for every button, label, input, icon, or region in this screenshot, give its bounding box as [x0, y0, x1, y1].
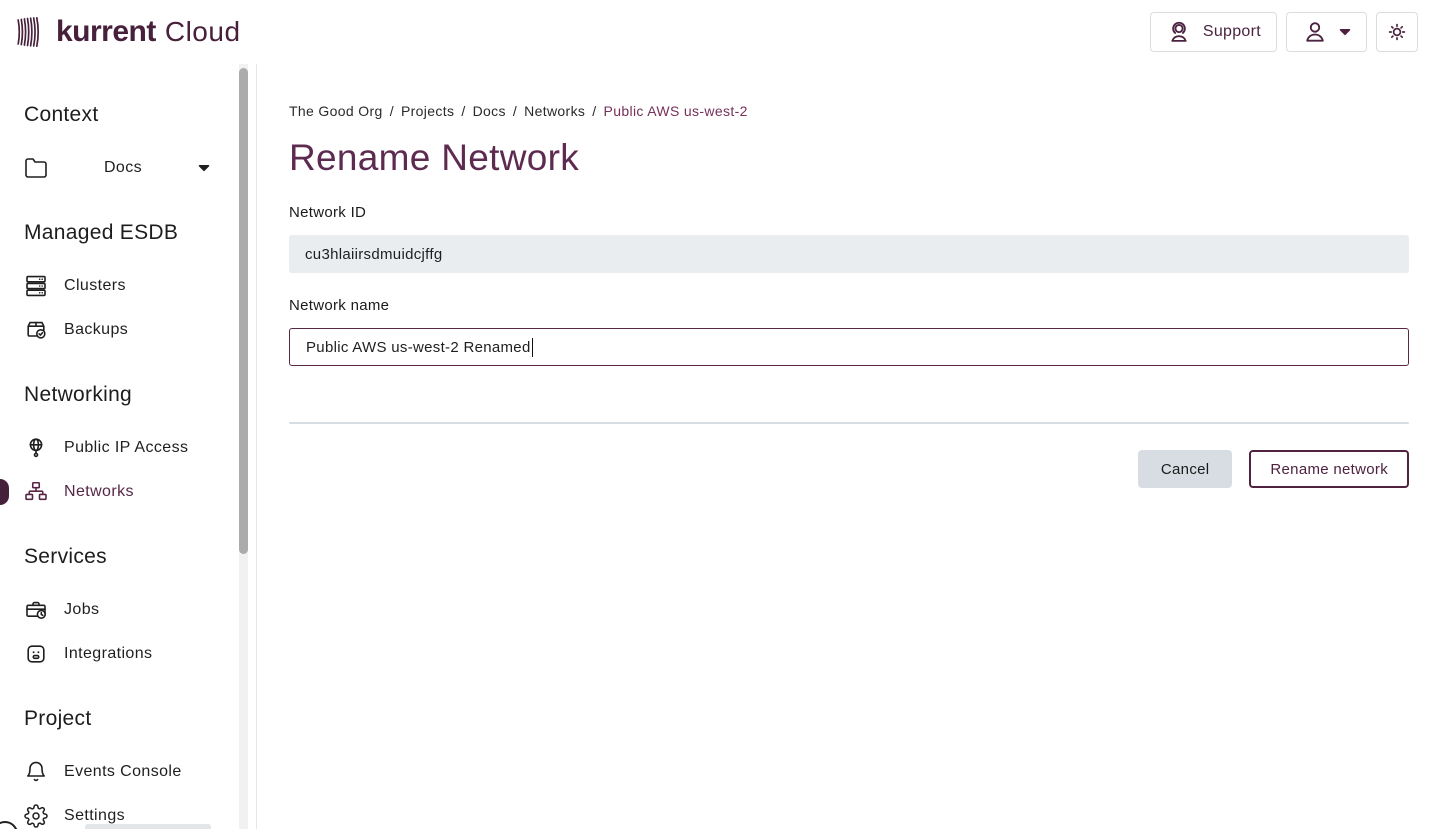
sidebar-heading-services: Services [24, 544, 222, 570]
sidebar-item-clusters[interactable]: Clusters [24, 264, 222, 308]
sidebar: Context Docs Managed ESDB Clusters [0, 64, 257, 829]
briefcase-clock-icon [24, 598, 48, 622]
logo-stripes-icon [16, 14, 46, 50]
rename-network-button[interactable]: Rename network [1249, 450, 1409, 488]
network-id-label: Network ID [289, 204, 1409, 222]
main-content: The Good Org / Projects / Docs / Networks / Publ… [257, 64, 1438, 829]
chevron-down-icon [1339, 28, 1351, 36]
bell-icon [24, 760, 48, 784]
sidebar-heading-project: Project [24, 706, 222, 732]
account-menu-button[interactable] [1286, 12, 1367, 52]
sidebar-item-label: Jobs [64, 601, 99, 619]
clusters-icon [24, 274, 48, 298]
app-logo[interactable]: kurrent Cloud [16, 14, 241, 50]
sidebar-scrollbar[interactable] [239, 64, 248, 829]
network-name-value: Public AWS us-west-2 Renamed [306, 339, 531, 356]
sidebar-item-events-console[interactable]: Events Console [24, 750, 222, 794]
sidebar-item-label: Public IP Access [64, 439, 188, 457]
breadcrumb-networks[interactable]: Networks [524, 103, 585, 119]
sidebar-item-label: Backups [64, 321, 128, 339]
breadcrumb-separator: / [513, 103, 517, 119]
support-button[interactable]: Support [1150, 12, 1277, 52]
breadcrumb-separator: / [592, 103, 596, 119]
cancel-button[interactable]: Cancel [1138, 450, 1233, 488]
cutoff-icon [0, 821, 18, 829]
backups-icon [24, 318, 48, 342]
context-selector-label: Docs [104, 159, 142, 177]
sidebar-item-integrations[interactable]: Integrations [24, 632, 222, 676]
sidebar-item-public-ip-access[interactable]: Public IP Access [24, 426, 222, 470]
sitemap-icon [24, 480, 48, 504]
brand-name: kurrent [56, 15, 156, 49]
context-selector[interactable]: Docs [24, 146, 210, 190]
breadcrumb-projects[interactable]: Projects [401, 103, 454, 119]
sidebar-item-label: Settings [64, 807, 125, 825]
top-bar: kurrent Cloud Support [0, 0, 1438, 64]
section-divider [289, 422, 1409, 424]
network-name-label: Network name [289, 297, 1409, 315]
breadcrumb: The Good Org / Projects / Docs / Networks / Publ… [289, 102, 1409, 120]
sidebar-item-networks[interactable]: Networks [24, 470, 222, 514]
theme-toggle-button[interactable] [1376, 12, 1418, 52]
active-item-indicator [0, 479, 9, 505]
sidebar-heading-networking: Networking [24, 382, 222, 408]
sidebar-item-backups[interactable]: Backups [24, 308, 222, 352]
network-name-input[interactable]: Public AWS us-west-2 Renamed [289, 328, 1409, 366]
globe-icon [24, 436, 48, 460]
network-id-input: cu3hlaiirsdmuidcjffg [289, 235, 1409, 273]
header-actions: Support [1150, 12, 1418, 52]
sun-icon [1385, 20, 1409, 44]
form-actions: Cancel Rename network [289, 450, 1409, 488]
page-title: Rename Network [289, 136, 1409, 180]
gear-icon [24, 804, 48, 828]
sidebar-item-label: Events Console [64, 763, 182, 781]
sidebar-scrollbar-thumb[interactable] [239, 68, 248, 554]
support-headset-icon [1166, 19, 1192, 45]
outlet-icon [24, 642, 48, 666]
product-name: Cloud [165, 16, 241, 48]
sidebar-heading-managed-esdb: Managed ESDB [24, 220, 222, 246]
chevron-down-icon [198, 164, 210, 172]
folder-icon [24, 156, 48, 180]
sidebar-item-label: Integrations [64, 645, 152, 663]
breadcrumb-separator: / [461, 103, 465, 119]
sidebar-item-label: Clusters [64, 277, 126, 295]
text-cursor [532, 338, 534, 357]
user-icon [1302, 19, 1328, 45]
breadcrumb-org[interactable]: The Good Org [289, 103, 383, 119]
network-id-value: cu3hlaiirsdmuidcjffg [305, 246, 442, 263]
sidebar-item-jobs[interactable]: Jobs [24, 588, 222, 632]
cutoff-item [85, 824, 211, 829]
breadcrumb-current: Public AWS us-west-2 [604, 103, 748, 119]
breadcrumb-docs[interactable]: Docs [473, 103, 506, 119]
sidebar-heading-context: Context [24, 102, 222, 128]
support-label: Support [1203, 23, 1261, 41]
breadcrumb-separator: / [390, 103, 394, 119]
sidebar-item-label: Networks [64, 483, 134, 501]
